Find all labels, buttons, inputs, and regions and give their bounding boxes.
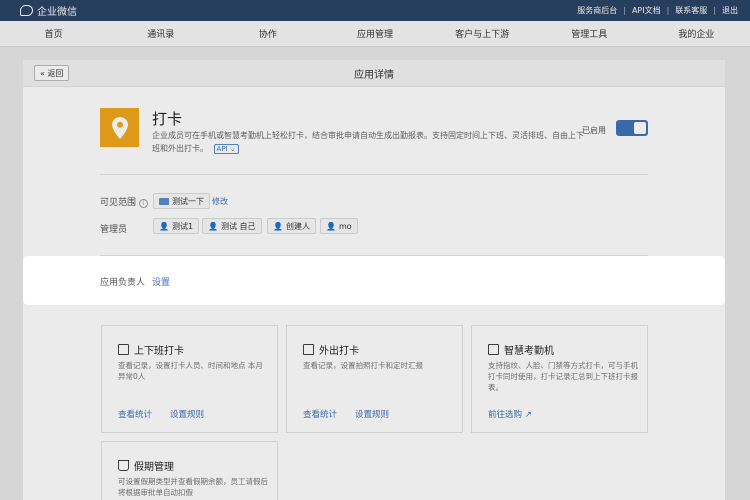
nav-contacts[interactable]: 通讯录 bbox=[107, 27, 214, 40]
nav-app-management[interactable]: 应用管理 bbox=[321, 27, 428, 40]
separator: | bbox=[623, 6, 626, 15]
card-title: 外出打卡 bbox=[303, 342, 359, 357]
view-stats-link[interactable]: 查看统计 bbox=[118, 408, 152, 420]
card-title: 智慧考勤机 bbox=[488, 342, 554, 357]
user-icon: 👤 bbox=[208, 221, 218, 231]
panel-header: « 返回 应用详情 bbox=[23, 60, 725, 87]
info-icon[interactable]: i bbox=[138, 199, 148, 208]
buy-link[interactable]: 前往选购 ↗ bbox=[488, 408, 532, 420]
external-link-icon: ↗ bbox=[524, 410, 532, 420]
divider bbox=[100, 174, 648, 175]
device-icon bbox=[488, 344, 499, 355]
toggle-knob bbox=[634, 122, 646, 134]
user-icon: 👤 bbox=[159, 221, 169, 231]
admin-tag: 👤 创建人 bbox=[267, 218, 316, 234]
admin-name: 测试1 bbox=[171, 221, 194, 231]
api-link[interactable]: API ⌄ bbox=[213, 144, 239, 154]
card-title-text: 假期管理 bbox=[134, 462, 174, 473]
app-description: 企业成员可在手机或智慧考勤机上轻松打卡，结合审批申请自动生成出勤报表。支持固定时… bbox=[152, 129, 584, 155]
visibility-scope-name: 测试一下 bbox=[172, 196, 204, 206]
feature-card-commute: 上下班打卡 查看记录，设置打卡人员、时间和地点 本月异常0人 查看统计 设置规则 bbox=[101, 325, 278, 433]
enable-toggle[interactable] bbox=[616, 120, 648, 136]
visibility-label: 可见范围 i bbox=[100, 195, 148, 208]
card-title-text: 上下班打卡 bbox=[134, 346, 184, 357]
main-nav: 首页 通讯录 协作 应用管理 客户与上下游 管理工具 我的企业 bbox=[0, 21, 750, 47]
user-icon: 👤 bbox=[273, 221, 283, 231]
top-links: 服务商后台 | API文档 | 联系客服 | 退出 bbox=[577, 5, 738, 16]
briefcase-icon bbox=[303, 344, 314, 355]
card-description: 查看记录，设置打卡人员、时间和地点 本月异常0人 bbox=[118, 361, 263, 381]
nav-admin-tools[interactable]: 管理工具 bbox=[536, 27, 643, 40]
logout-link[interactable]: 退出 bbox=[722, 5, 738, 16]
feature-card-outing: 外出打卡 查看记录，设置拍照打卡和定时汇报 查看统计 设置规则 bbox=[286, 325, 463, 433]
card-links: 前往选购 ↗ bbox=[488, 408, 532, 420]
admins-label: 管理员 bbox=[100, 225, 128, 235]
admin-tag: 👤 mo bbox=[320, 218, 358, 234]
nav-customers[interactable]: 客户与上下游 bbox=[429, 27, 536, 40]
card-title: 上下班打卡 bbox=[118, 342, 184, 357]
location-pin-icon bbox=[111, 116, 128, 139]
admin-name: 创建人 bbox=[285, 221, 310, 231]
provider-backend-link[interactable]: 服务商后台 bbox=[577, 5, 617, 16]
card-description: 支持指纹、人脸、门禁等方式打卡，可与手机打卡同时使用，打卡记录汇总到上下班打卡报… bbox=[488, 361, 638, 392]
separator: | bbox=[713, 6, 716, 15]
view-stats-link[interactable]: 查看统计 bbox=[303, 408, 337, 420]
admin-tag: 👤 测试1 bbox=[153, 218, 200, 234]
feature-card-attendance-machine: 智慧考勤机 支持指纹、人脸、门禁等方式打卡，可与手机打卡同时使用，打卡记录汇总到… bbox=[471, 325, 648, 433]
cup-icon bbox=[118, 460, 129, 471]
owner-row-highlight: 应用负责人 设置 bbox=[23, 256, 725, 305]
app-logo bbox=[100, 108, 139, 147]
card-description: 可设置假期类型并查看假期余额，员工请假后将根据审批单自动扣假 bbox=[118, 477, 268, 497]
set-rules-link[interactable]: 设置规则 bbox=[170, 408, 204, 420]
brand-name: 企业微信 bbox=[37, 7, 77, 18]
owner-label: 应用负责人 bbox=[100, 278, 146, 288]
admin-tag: 👤 测试 自己 bbox=[202, 218, 262, 234]
nav-collaboration[interactable]: 协作 bbox=[214, 27, 321, 40]
set-rules-link[interactable]: 设置规则 bbox=[355, 408, 389, 420]
card-links: 查看统计 设置规则 bbox=[118, 408, 204, 420]
card-title-text: 外出打卡 bbox=[319, 346, 359, 357]
api-link-label: API bbox=[216, 145, 228, 153]
app-header: 打卡 企业成员可在手机或智慧考勤机上轻松打卡，结合审批申请自动生成出勤报表。支持… bbox=[100, 108, 650, 178]
folder-icon bbox=[159, 197, 169, 205]
set-owner-link[interactable]: 设置 bbox=[152, 275, 170, 288]
card-description: 查看记录，设置拍照打卡和定时汇报 bbox=[303, 361, 423, 370]
separator: | bbox=[666, 6, 670, 15]
api-docs-link[interactable]: API文档 bbox=[632, 5, 661, 16]
edit-visibility-link[interactable]: 修改 bbox=[212, 196, 228, 207]
nav-home[interactable]: 首页 bbox=[0, 27, 107, 40]
visibility-scope-tag: 测试一下 bbox=[153, 193, 210, 209]
feature-card-leave: 假期管理 可设置假期类型并查看假期余额，员工请假后将根据审批单自动扣假 bbox=[101, 441, 278, 500]
nav-my-company[interactable]: 我的企业 bbox=[643, 27, 750, 40]
top-bar: 企业微信 服务商后台 | API文档 | 联系客服 | 退出 bbox=[0, 0, 750, 21]
contact-support-link[interactable]: 联系客服 bbox=[675, 5, 707, 16]
card-title-text: 智慧考勤机 bbox=[504, 346, 554, 357]
buy-link-label: 前往选购 bbox=[488, 410, 523, 420]
clipboard-icon bbox=[118, 344, 129, 355]
user-icon: 👤 bbox=[326, 221, 336, 231]
admin-name: 测试 自己 bbox=[220, 221, 256, 231]
visibility-label-text: 可见范围 bbox=[100, 198, 137, 208]
status-label: 已启用 bbox=[582, 126, 606, 135]
back-button[interactable]: « 返回 bbox=[34, 65, 70, 81]
app-name: 打卡 bbox=[152, 110, 183, 128]
wework-logo-icon bbox=[20, 5, 33, 16]
card-title: 假期管理 bbox=[118, 458, 174, 473]
admin-name: mo bbox=[338, 221, 352, 231]
brand[interactable]: 企业微信 bbox=[20, 3, 77, 18]
panel-title: 应用详情 bbox=[354, 69, 394, 81]
card-links: 查看统计 设置规则 bbox=[303, 408, 389, 420]
